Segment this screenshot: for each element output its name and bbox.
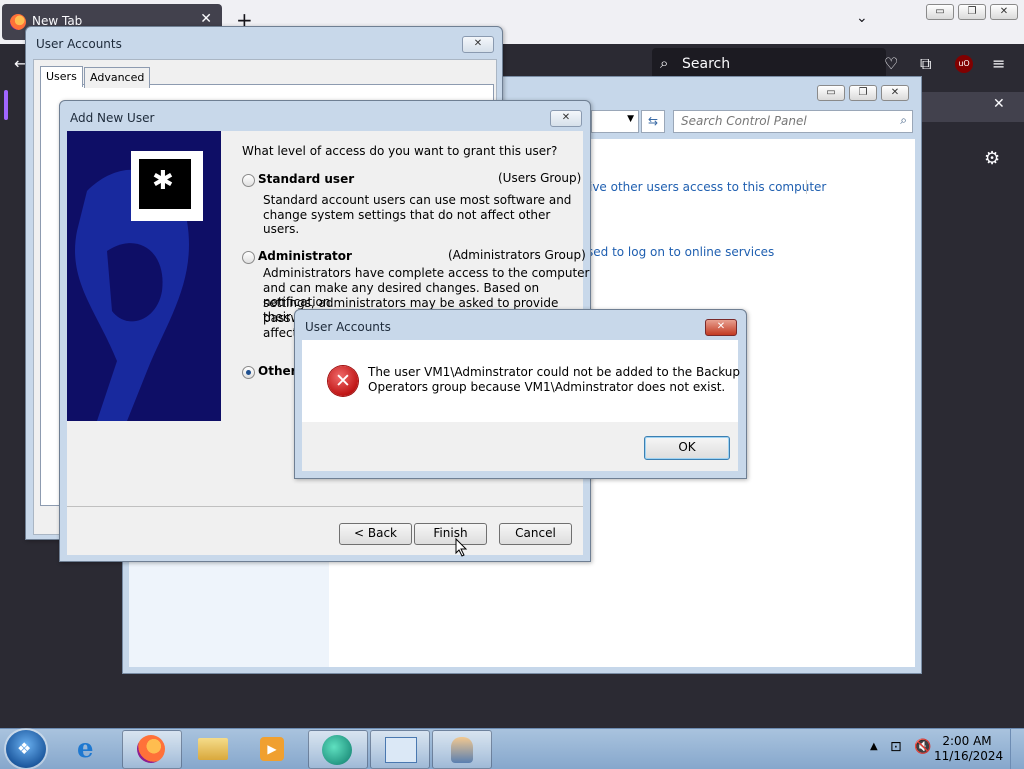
clock[interactable]: 2:00 AM 11/16/2024 [934,734,1004,764]
mouse-cursor-icon [455,538,468,557]
file-explorer-icon[interactable] [184,730,242,767]
start-button[interactable]: ❖ [6,730,46,768]
dismiss-notification-icon[interactable]: ✕ [993,96,1005,112]
search-placeholder: Search [682,56,731,72]
dropdown-arrow-icon: ▼ [627,114,634,124]
cancel-button[interactable]: Cancel [499,523,572,545]
control-panel-taskbar-icon[interactable] [370,730,430,769]
close-icon[interactable]: ✕ [705,319,737,336]
search-placeholder: Search Control Panel [681,114,807,128]
standard-user-desc-line: change system settings that do not affec… [263,208,551,236]
window-title: Add New User [70,111,155,125]
error-icon: ✕ [328,366,358,396]
error-message-line: Operators group because VM1\Adminstrator… [368,380,726,394]
show-hidden-icons-icon[interactable]: ▲ [870,741,878,752]
divider [67,506,583,507]
media-player-icon[interactable]: ▶ [244,730,302,767]
close-tab-icon[interactable]: ✕ [200,11,212,27]
administrator-desc-line: affect [263,326,298,340]
give-access-link[interactable]: ive other users access to this computer [589,180,826,194]
administrator-radio[interactable] [242,251,255,264]
search-icon: ⌕ [660,54,669,72]
notification-accent [4,90,8,120]
settings-gear-icon[interactable]: ⚙ [984,148,1000,169]
error-message-line: The user VM1\Adminstrator could not be a… [368,365,740,379]
list-tabs-icon[interactable]: ⌄ [856,10,868,26]
other-radio[interactable] [242,366,255,379]
cp-minimize-icon[interactable]: ▭ [817,85,845,101]
user-account-icon: ✱ [131,151,203,221]
close-icon[interactable]: ✕ [550,110,582,127]
close-window-icon[interactable]: ✕ [990,4,1018,20]
cp-restore-icon[interactable]: ❐ [849,85,877,101]
administrator-label[interactable]: Administrator [258,249,352,263]
volume-muted-icon[interactable]: 🔇 [914,739,931,755]
menu-icon[interactable]: ≡ [992,54,1005,73]
standard-user-group: (Users Group) [498,171,582,185]
standard-user-desc-line: Standard account users can use most soft… [263,193,572,207]
tab-advanced[interactable]: Advanced [84,67,151,88]
dialog-title: User Accounts [305,320,391,334]
extensions-icon[interactable]: ⧉ [920,54,931,74]
firefox-icon [10,14,26,30]
divider [806,180,807,194]
pocket-icon[interactable]: ♡ [884,54,898,73]
search-icon: ⌕ [900,113,907,127]
minimize-icon[interactable]: ▭ [926,4,954,20]
internet-explorer-icon[interactable]: e [60,730,118,767]
ublock-icon[interactable]: uO [955,55,973,73]
cp-close-icon[interactable]: ✕ [881,85,909,101]
network-icon[interactable]: ⊡ [890,739,902,755]
window-title: User Accounts [36,37,122,51]
app-taskbar-icon[interactable] [308,730,368,769]
user-accounts-taskbar-icon[interactable] [432,730,492,769]
administrator-desc-line: Administrators have complete access to t… [263,266,590,280]
wizard-banner-image: ✱ [67,131,221,421]
ok-button[interactable]: OK [644,436,730,460]
clock-time: 2:00 AM [942,734,992,748]
firefox-taskbar-icon[interactable] [122,730,182,769]
show-desktop-button[interactable] [1010,729,1024,769]
refresh-icon[interactable]: ⇆ [641,110,665,133]
administrator-group: (Administrators Group) [448,248,586,262]
online-services-link[interactable]: sed to log on to online services [587,245,774,259]
control-panel-search-input[interactable]: Search Control Panel ⌕ [673,110,913,133]
windows-logo-icon: ❖ [17,739,32,758]
error-dialog: User Accounts ✕ ✕ The user VM1\Adminstra… [294,309,747,479]
restore-icon[interactable]: ❐ [958,4,986,20]
asterisk-key-icon: ✱ [152,166,174,196]
close-icon[interactable]: ✕ [462,36,494,53]
address-dropdown[interactable]: ▼ [591,110,639,133]
control-panel-left-pane [129,549,329,667]
access-question: What level of access do you want to gran… [242,144,558,158]
finish-button[interactable]: Finish [414,523,487,545]
taskbar: ❖ e ▶ ▲ ⊡ 🔇 2:00 AM 11/16/2024 [0,728,1024,769]
notification-bar [920,92,1024,122]
clock-date: 11/16/2024 [934,749,1004,763]
standard-user-radio[interactable] [242,174,255,187]
tab-users[interactable]: Users [40,66,83,87]
standard-user-label[interactable]: Standard user [258,172,354,186]
back-button[interactable]: < Back [339,523,412,545]
